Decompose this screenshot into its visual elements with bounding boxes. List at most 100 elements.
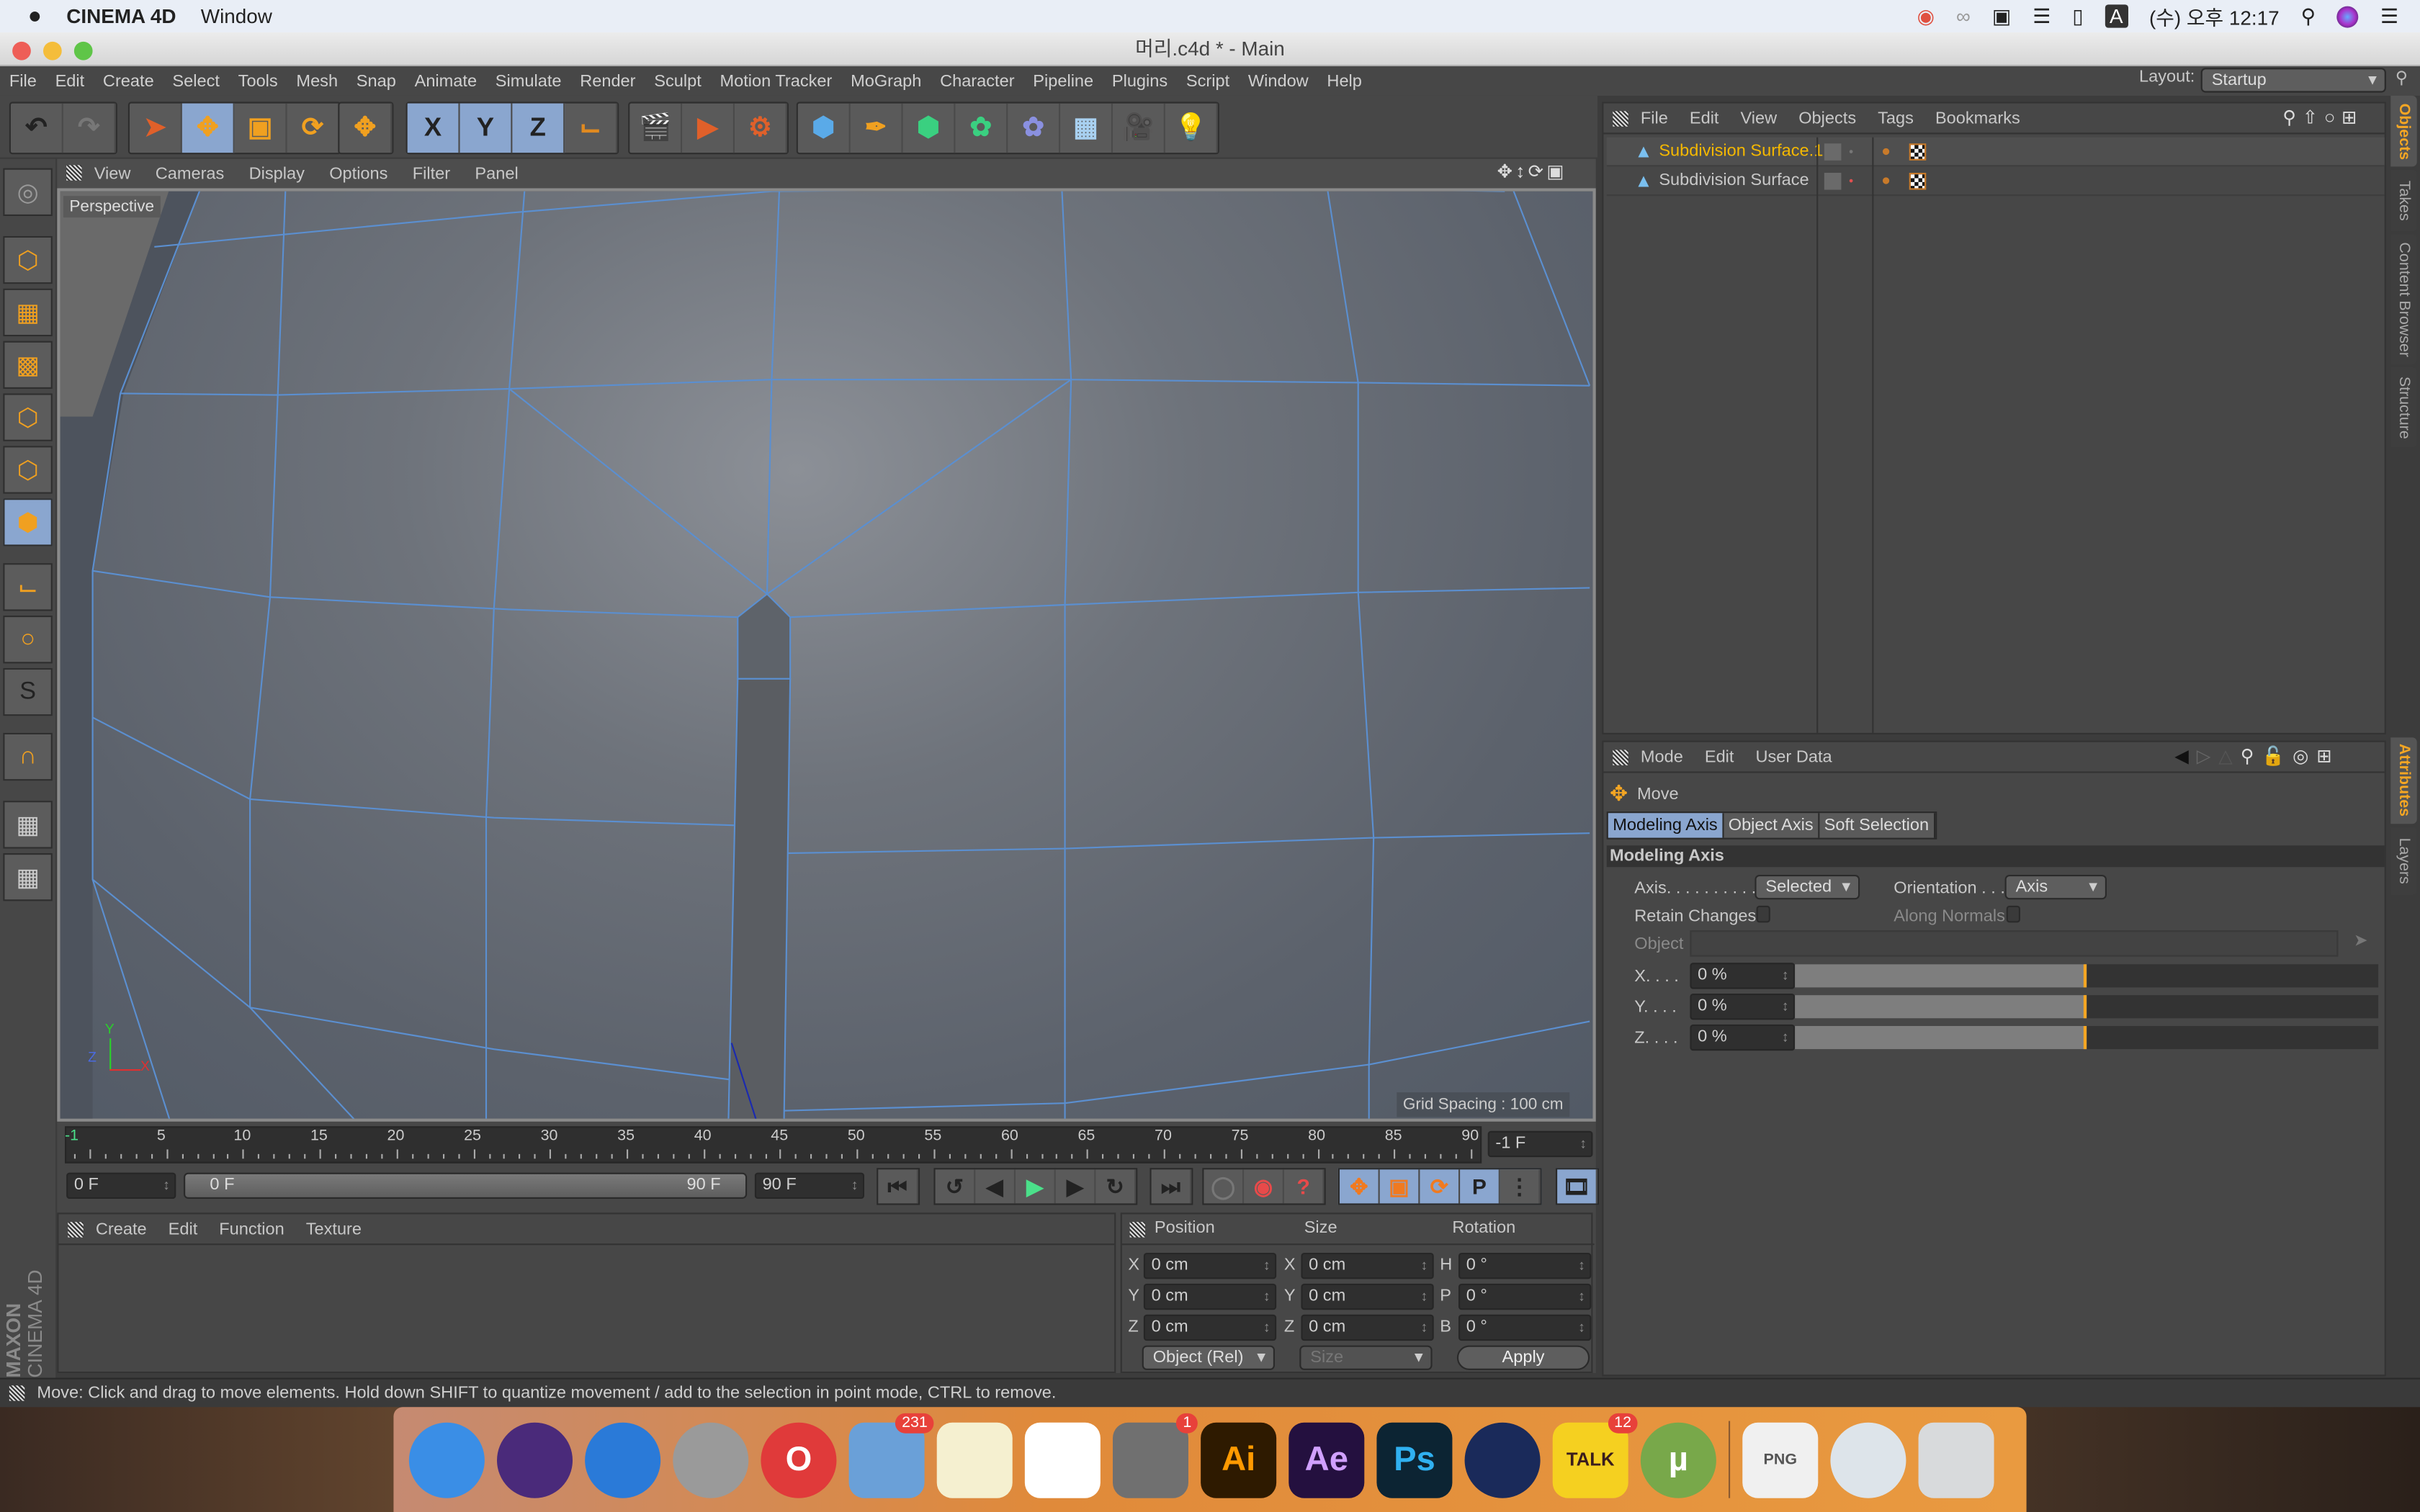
attributes-menu-edit[interactable]: Edit	[1705, 747, 1734, 766]
search-icon[interactable]: ⚲	[2396, 68, 2408, 88]
panel-grip-icon[interactable]	[1129, 1222, 1145, 1238]
lock-icon[interactable]: 🔓	[2262, 745, 2293, 767]
move-icon[interactable]: ✥	[182, 103, 235, 153]
dock-cinema-4d-icon[interactable]	[1464, 1421, 1541, 1498]
deformer-icon[interactable]: ✿	[1008, 103, 1061, 153]
spotlight-search-icon[interactable]: ⚲	[2301, 4, 2316, 28]
layer-toggle-icon[interactable]	[1824, 143, 1842, 160]
frame-range-slider[interactable]: 0 F 90 F	[183, 1172, 748, 1199]
key-position-icon[interactable]: ✥	[1340, 1169, 1380, 1204]
menu-tools[interactable]: Tools	[229, 72, 287, 91]
current-frame-field[interactable]: -1 F	[1487, 1130, 1593, 1158]
orientation-dropdown[interactable]: Axis	[2004, 875, 2107, 900]
rotate-icon[interactable]: ⟳	[287, 103, 340, 153]
solo-mode-icon[interactable]: S	[3, 667, 53, 716]
dock-safari-window-icon[interactable]	[1830, 1421, 1906, 1498]
dock-whale-icon[interactable]	[1024, 1421, 1101, 1498]
along-normals-checkbox[interactable]	[2006, 905, 2020, 923]
key-scale-icon[interactable]: ▣	[1380, 1169, 1420, 1204]
dock-siri-icon[interactable]	[497, 1421, 573, 1498]
naver-talk-icon[interactable]: ◉	[1917, 4, 1935, 28]
forward-arrow-icon[interactable]: ▷	[2197, 745, 2219, 767]
menu-file[interactable]: File	[0, 72, 46, 91]
tab-attributes[interactable]: Attributes	[2390, 737, 2417, 824]
coord-value-field[interactable]: 0 cm	[1143, 1253, 1277, 1279]
menu-edit[interactable]: Edit	[46, 72, 94, 91]
dock-illustrator-icon[interactable]: Ai	[1201, 1421, 1277, 1498]
retain-changes-checkbox[interactable]	[1756, 905, 1770, 923]
floor-icon[interactable]: ▦	[1060, 103, 1113, 153]
panel-grip-icon[interactable]	[1613, 111, 1628, 127]
key-parameter-icon[interactable]: P	[1460, 1169, 1500, 1204]
objects-menu-objects[interactable]: Objects	[1798, 109, 1856, 127]
back-arrow-icon[interactable]: ◀	[2174, 745, 2197, 767]
visibility-dots-icon[interactable]: •	[1849, 174, 1853, 187]
phong-tag-icon[interactable]: ●	[1881, 172, 1891, 189]
menu-pipeline[interactable]: Pipeline	[1023, 72, 1103, 91]
layer-toggle-icon[interactable]	[1824, 171, 1842, 189]
viewport-menu-cameras[interactable]: Cameras	[156, 164, 225, 183]
dolly-view-icon[interactable]: ↕	[1515, 161, 1528, 182]
menu-create[interactable]: Create	[94, 72, 163, 91]
slider-track[interactable]	[1795, 995, 2379, 1019]
keyframe-selection-icon[interactable]: ?	[1284, 1169, 1325, 1204]
menu-select[interactable]: Select	[163, 72, 229, 91]
start-frame-field[interactable]: 0 F	[66, 1172, 176, 1199]
dock-png-file-icon[interactable]: PNG	[1742, 1421, 1819, 1498]
dock-after-effects-icon[interactable]: Ae	[1289, 1421, 1365, 1498]
axis-mode-icon[interactable]: ⌙	[3, 563, 53, 611]
viewport-menu-filter[interactable]: Filter	[413, 164, 450, 183]
menu-script[interactable]: Script	[1177, 72, 1239, 91]
objects-menu-file[interactable]: File	[1641, 109, 1668, 127]
recent-move-icon[interactable]: ✥	[339, 103, 393, 153]
menu-mesh[interactable]: Mesh	[287, 72, 347, 91]
dock-kakaotalk-icon[interactable]: TALK 12	[1552, 1412, 1638, 1498]
object-row[interactable]: ▲ Subdivision Surface.1 • ●	[1606, 137, 2385, 167]
slider-track[interactable]	[1795, 1026, 2379, 1050]
live-selection-icon[interactable]: ➤	[130, 103, 182, 153]
viewport-menu-panel[interactable]: Panel	[475, 164, 518, 183]
menu-help[interactable]: Help	[1318, 72, 1371, 91]
new-panel-icon[interactable]: ⊞	[2316, 745, 2339, 767]
layout-dropdown[interactable]: Startup	[2200, 68, 2386, 93]
goto-end-icon[interactable]: ⏭	[1152, 1169, 1192, 1204]
points-mode-icon[interactable]: ⬡	[3, 393, 53, 441]
battery-icon[interactable]: ▯	[2072, 4, 2083, 28]
coord-value-field[interactable]: 0 °	[1458, 1314, 1592, 1341]
slider-value-field[interactable]: 0 %	[1690, 994, 1796, 1020]
object-link-field[interactable]	[1690, 930, 2339, 957]
timeline-window-icon[interactable]: 🎞	[1557, 1169, 1597, 1204]
object-name[interactable]: Subdivision Surface.1	[1659, 142, 1823, 161]
menu-mograph[interactable]: MoGraph	[841, 72, 931, 91]
y-axis-lock-icon[interactable]: Y	[460, 103, 513, 153]
phong-tag-icon[interactable]: ●	[1881, 143, 1891, 160]
materials-menu-edit[interactable]: Edit	[169, 1220, 198, 1238]
object-name[interactable]: Subdivision Surface	[1659, 171, 1809, 190]
dock-photoshop-icon[interactable]: Ps	[1376, 1421, 1453, 1498]
pen-icon[interactable]: ✒	[851, 103, 903, 153]
play-icon[interactable]: ▶	[1016, 1169, 1056, 1204]
minimize-window-button[interactable]	[43, 41, 62, 60]
menu-plugins[interactable]: Plugins	[1103, 72, 1177, 91]
slider-value-field[interactable]: 0 %	[1690, 1024, 1796, 1051]
tab-content-browser[interactable]: Content Browser	[2390, 234, 2417, 364]
dock-opera-icon[interactable]: O	[761, 1421, 837, 1498]
camera-icon[interactable]: 🎥	[1113, 103, 1165, 153]
goto-start-icon[interactable]: ⏮	[878, 1169, 918, 1204]
wifi-icon[interactable]: ☰	[2033, 4, 2051, 28]
model-mode-icon[interactable]: ⬡	[3, 235, 53, 284]
render-settings-icon[interactable]: ⚙	[735, 103, 787, 153]
subdivision-surface-icon[interactable]: ⬢	[903, 103, 956, 153]
materials-menu-texture[interactable]: Texture	[306, 1220, 362, 1238]
x-axis-lock-icon[interactable]: X	[407, 103, 460, 153]
coord-value-field[interactable]: 0 cm	[1143, 1314, 1277, 1341]
menu-character[interactable]: Character	[931, 72, 1023, 91]
snap-icon[interactable]: ∩	[3, 732, 53, 781]
render-view-icon[interactable]: 🎬	[629, 103, 683, 153]
dock-system-preferences-icon[interactable]: 1	[1113, 1412, 1198, 1498]
panel-grip-icon[interactable]	[1613, 750, 1628, 765]
key-rotation-icon[interactable]: ⟳	[1420, 1169, 1461, 1204]
coordinate-mode-dropdown[interactable]: Object (Rel)	[1142, 1345, 1275, 1370]
menu-window[interactable]: Window	[1239, 72, 1318, 91]
autokey-icon[interactable]: ◉	[1244, 1169, 1284, 1204]
